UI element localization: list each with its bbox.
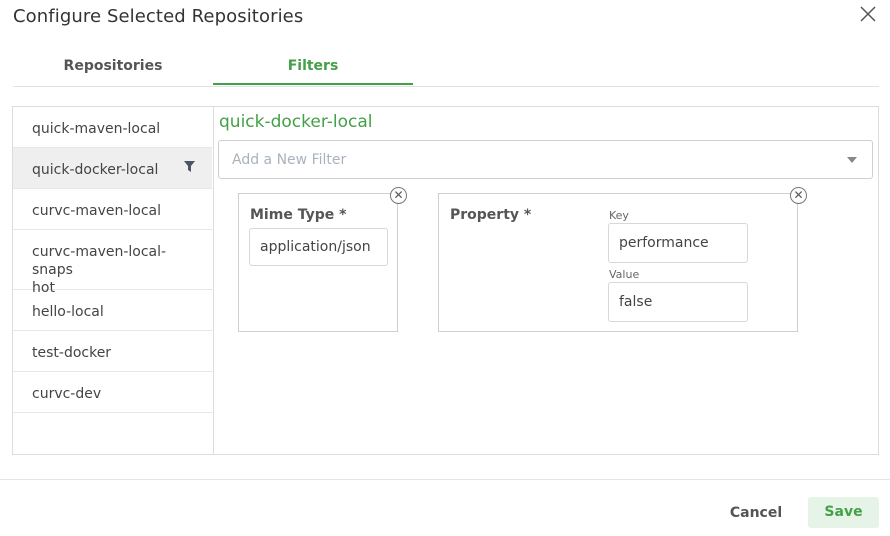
list-item-curvc-maven-local-snapshot[interactable]: curvc-maven-local-snaps hot (13, 230, 212, 296)
property-filter-card: Property * Key performance Value false ✕ (438, 187, 807, 332)
filter-icon (184, 161, 196, 173)
repo-name: hello-local (32, 304, 104, 320)
list-item-test-docker[interactable]: test-docker (13, 331, 212, 372)
dialog-title: Configure Selected Repositories (13, 6, 304, 27)
repo-name: test-docker (32, 345, 112, 361)
mime-type-input[interactable]: application/json (249, 228, 388, 266)
chevron-down-icon (847, 157, 857, 163)
property-value-input[interactable]: false (608, 282, 748, 322)
configure-repositories-dialog: Configure Selected Repositories Reposito… (0, 0, 890, 536)
add-filter-dropdown[interactable]: Add a New Filter (218, 140, 873, 179)
repo-name: curvc-maven-local-snaps hot (32, 244, 167, 296)
property-label: Property * (450, 207, 532, 223)
tab-filters[interactable]: Filters (213, 52, 413, 85)
footer-divider (0, 479, 890, 480)
tab-repositories[interactable]: Repositories (13, 52, 213, 85)
tab-bar: Repositories Filters (13, 52, 879, 87)
repo-name: curvc-maven-local (32, 203, 162, 219)
list-item-hello-local[interactable]: hello-local (13, 290, 212, 331)
repo-name: curvc-dev (32, 386, 102, 402)
remove-filter-icon[interactable]: ✕ (790, 187, 807, 204)
list-item-curvc-dev[interactable]: curvc-dev (13, 372, 212, 413)
property-key-input[interactable]: performance (608, 223, 748, 263)
repo-name: quick-docker-local (32, 162, 159, 178)
filter-placeholder: Add a New Filter (232, 152, 347, 168)
repo-name: quick-maven-local (32, 121, 161, 137)
selected-repo-title: quick-docker-local (219, 112, 373, 132)
cancel-button[interactable]: Cancel (722, 498, 790, 528)
remove-filter-icon[interactable]: ✕ (390, 187, 407, 204)
close-icon[interactable] (858, 4, 878, 24)
key-label: Key (609, 209, 629, 222)
mime-type-label: Mime Type * (250, 207, 347, 223)
mime-type-filter-card: Mime Type * application/json ✕ (238, 187, 407, 332)
value-label: Value (609, 268, 640, 281)
list-item-curvc-maven-local[interactable]: curvc-maven-local (13, 189, 212, 230)
list-item-quick-docker-local[interactable]: quick-docker-local (13, 148, 212, 189)
repository-list: quick-maven-local quick-docker-local cur… (13, 107, 214, 454)
save-button[interactable]: Save (808, 497, 879, 528)
list-item-quick-maven-local[interactable]: quick-maven-local (13, 107, 212, 148)
